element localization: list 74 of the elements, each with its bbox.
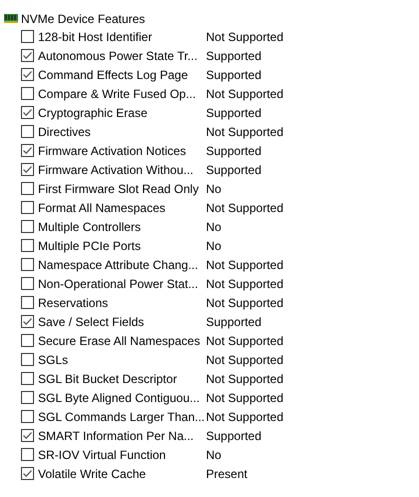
feature-value: No	[206, 446, 222, 464]
feature-label: Namespace Attribute Chang...	[38, 256, 200, 274]
feature-label: Cryptographic Erase	[38, 104, 148, 122]
feature-label: Reservations	[38, 294, 110, 312]
feature-value: Not Supported	[206, 200, 284, 216]
feature-label: Compare & Write Fused Op...	[38, 86, 197, 102]
checkbox[interactable]	[21, 277, 34, 290]
checkbox[interactable]	[21, 144, 34, 157]
feature-label: Multiple Controllers	[38, 218, 142, 236]
feature-label: SR-IOV Virtual Function	[38, 446, 167, 464]
checkbox[interactable]	[21, 239, 34, 252]
group-title: NVMe Device Features	[21, 10, 146, 28]
feature-label: Format All Namespaces	[38, 200, 166, 216]
checkbox[interactable]	[21, 410, 34, 423]
checkbox[interactable]	[21, 68, 34, 81]
feature-value: Supported	[206, 314, 262, 330]
checkbox[interactable]	[21, 49, 34, 62]
checkbox[interactable]	[21, 30, 34, 43]
checkbox[interactable]	[21, 448, 34, 461]
checkbox[interactable]	[21, 391, 34, 404]
feature-label: SMART Information Per Na...	[38, 428, 195, 444]
feature-label: SGL Bit Bucket Descriptor	[38, 370, 178, 388]
feature-label: First Firmware Slot Read Only	[38, 180, 200, 198]
feature-value: Not Supported	[206, 408, 284, 426]
feature-value: Not Supported	[206, 370, 284, 388]
feature-value: Not Supported	[206, 124, 284, 140]
checkbox[interactable]	[21, 315, 34, 328]
checkbox[interactable]	[21, 87, 34, 100]
feature-value: No	[206, 218, 222, 236]
feature-value: Supported	[206, 162, 262, 178]
feature-value: Not Supported	[206, 294, 284, 312]
feature-label: SGL Commands Larger Than...	[38, 408, 206, 426]
feature-value: Not Supported	[206, 390, 284, 406]
checkbox[interactable]	[21, 429, 34, 442]
feature-label: SGLs	[38, 352, 70, 368]
feature-value: No	[206, 238, 222, 254]
feature-label: SGL Byte Aligned Contiguou...	[38, 390, 201, 406]
feature-value: Supported	[206, 48, 262, 64]
checkbox[interactable]	[21, 334, 34, 347]
memory-chip-icon	[4, 14, 18, 23]
feature-label: Volatile Write Cache	[38, 466, 147, 482]
feature-value: Supported	[206, 66, 262, 84]
feature-label: Directives	[38, 124, 92, 140]
checkbox[interactable]	[21, 201, 34, 214]
feature-value: Not Supported	[206, 86, 284, 102]
checkbox[interactable]	[21, 372, 34, 385]
feature-label: 128-bit Host Identifier	[38, 28, 154, 46]
feature-value: Not Supported	[206, 352, 284, 368]
checkbox[interactable]	[21, 467, 34, 480]
feature-value: No	[206, 180, 222, 198]
feature-label: Command Effects Log Page	[38, 66, 189, 84]
feature-value: Not Supported	[206, 28, 284, 46]
feature-label: Autonomous Power State Tr...	[38, 48, 198, 64]
checkbox[interactable]	[21, 296, 34, 309]
feature-value: Not Supported	[206, 332, 284, 350]
checkbox[interactable]	[21, 163, 34, 176]
feature-value: Present	[206, 466, 248, 482]
feature-label: Secure Erase All Namespaces	[38, 332, 202, 350]
checkbox[interactable]	[21, 182, 34, 195]
feature-label: Firmware Activation Notices	[38, 142, 188, 160]
feature-value: Supported	[206, 142, 262, 160]
feature-label: Non-Operational Power Stat...	[38, 276, 200, 292]
feature-value: Supported	[206, 104, 262, 122]
feature-value: Not Supported	[206, 276, 284, 292]
checkbox[interactable]	[21, 125, 34, 138]
checkbox[interactable]	[21, 220, 34, 233]
checkbox[interactable]	[21, 353, 34, 366]
feature-label: Firmware Activation Withou...	[38, 162, 194, 178]
checkbox[interactable]	[21, 106, 34, 119]
feature-label: Save / Select Fields	[38, 314, 146, 330]
feature-label: Multiple PCIe Ports	[38, 238, 142, 254]
feature-value: Supported	[206, 428, 262, 444]
feature-value: Not Supported	[206, 256, 284, 274]
checkbox[interactable]	[21, 258, 34, 271]
